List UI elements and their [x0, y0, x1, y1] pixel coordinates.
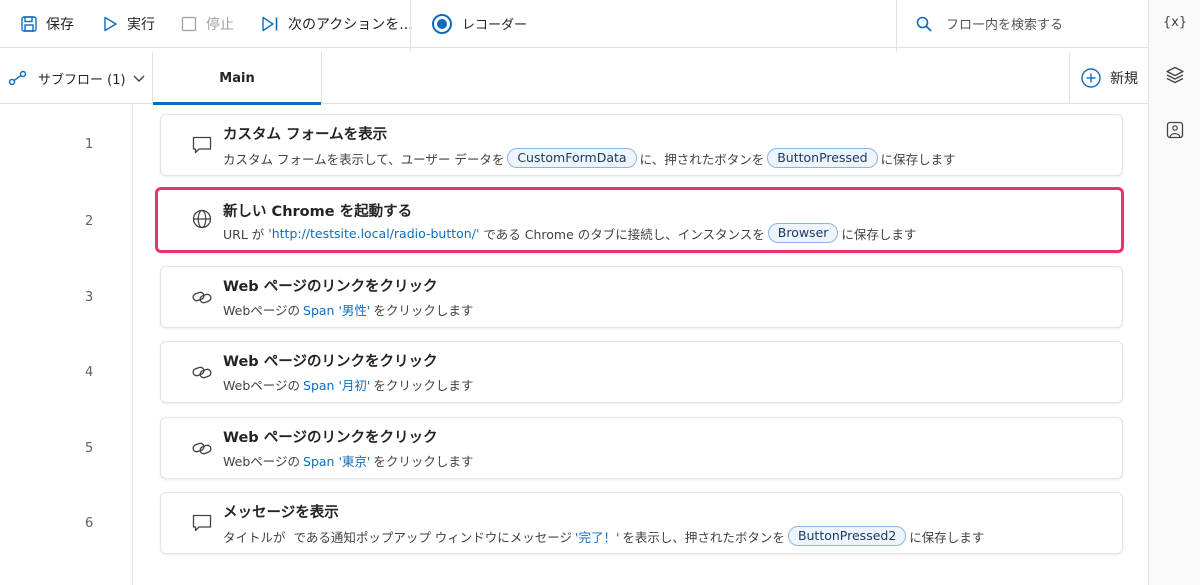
- toolbar-divider: [896, 0, 897, 52]
- stop-label: 停止: [206, 16, 234, 33]
- step-text: をクリックします: [373, 378, 474, 393]
- tab-main[interactable]: Main: [152, 52, 322, 105]
- step-text: をクリックします: [373, 454, 474, 469]
- step-text: をクリックします: [373, 303, 474, 318]
- element-value: Span '東京': [303, 454, 371, 469]
- step-text: である Chrome のタブに接続し、インスタンスを: [483, 226, 765, 242]
- step-text: に保存します: [841, 226, 917, 242]
- tab-main-label: Main: [219, 70, 255, 86]
- step-text: に保存します: [909, 529, 985, 545]
- active-tab-indicator: [153, 102, 321, 105]
- step-text: URL が: [223, 226, 265, 242]
- stop-button[interactable]: 停止: [180, 0, 234, 48]
- toolbar: 保存 実行 停止 次のアクションを... レコーダー フロー内を検索する: [0, 0, 1148, 52]
- step-text: Webページの: [223, 303, 301, 318]
- right-rail: {x}: [1148, 0, 1200, 585]
- step-text: に保存します: [880, 151, 956, 167]
- save-button[interactable]: 保存: [20, 0, 74, 48]
- search-placeholder: フロー内を検索する: [946, 18, 1064, 33]
- line-number: 1: [85, 137, 94, 152]
- record-icon: [432, 13, 452, 34]
- variable-pill[interactable]: ButtonPressed2: [787, 526, 907, 546]
- step-description: URL が 'http://testsite.local/radio-butto…: [223, 223, 916, 243]
- new-label: 新規: [1110, 71, 1138, 87]
- link-icon: [192, 442, 212, 455]
- play-icon: [104, 16, 117, 31]
- element-value: Span '月初': [303, 378, 371, 393]
- image-icon: [1166, 121, 1184, 139]
- step-title: カスタム フォームを表示: [223, 127, 388, 143]
- url-value: 'http://testsite.local/radio-button/': [268, 225, 480, 241]
- variable-pill[interactable]: CustomFormData: [507, 148, 637, 168]
- next-action-label: 次のアクションを...: [288, 16, 413, 33]
- action-step-show-custom-form[interactable]: カスタム フォームを表示 カスタム フォームを表示して、ユーザー データを Cu…: [160, 114, 1123, 176]
- stop-icon: [181, 16, 197, 31]
- run-label: 実行: [127, 16, 155, 33]
- flow-search-input[interactable]: フロー内を検索する: [915, 0, 1063, 48]
- step-text: を表示し、押されたボタンを: [622, 529, 785, 545]
- subflow-icon: [8, 70, 27, 86]
- link-icon: [192, 291, 212, 304]
- globe-icon: [192, 209, 212, 229]
- save-label: 保存: [46, 16, 74, 33]
- step-next-icon: [262, 16, 278, 31]
- step-text: カスタム フォームを表示して、ユーザー データを: [223, 151, 505, 167]
- line-number: 2: [85, 214, 94, 229]
- next-action-button[interactable]: 次のアクションを...: [260, 0, 413, 48]
- variable-pill[interactable]: ButtonPressed: [767, 148, 878, 168]
- recorder-button[interactable]: レコーダー: [432, 0, 527, 48]
- step-text: Webページの: [223, 454, 301, 469]
- subflow-label: サブフロー (1): [38, 72, 126, 88]
- message-value: '完了！': [575, 529, 620, 545]
- line-number: 4: [85, 365, 94, 380]
- toolbar-divider: [410, 0, 411, 52]
- action-step-click-link[interactable]: Web ページのリンクをクリック Webページの Span '月初' をクリック…: [160, 341, 1123, 403]
- step-title: 新しい Chrome を起動する: [223, 204, 413, 220]
- action-step-click-link[interactable]: Web ページのリンクをクリック Webページの Span '男性' をクリック…: [160, 266, 1123, 328]
- step-title: Web ページのリンクをクリック: [223, 354, 438, 370]
- step-description: カスタム フォームを表示して、ユーザー データを CustomFormData …: [223, 148, 956, 168]
- save-icon: [21, 15, 37, 32]
- new-subflow-button[interactable]: 新規: [1069, 52, 1148, 104]
- step-text: Webページの: [223, 378, 301, 393]
- search-icon: [916, 16, 932, 32]
- message-icon: [192, 514, 212, 532]
- message-icon: [192, 136, 212, 154]
- recorder-label: レコーダー: [462, 18, 528, 33]
- variables-button[interactable]: {x}: [1163, 10, 1187, 34]
- action-step-launch-chrome[interactable]: 新しい Chrome を起動する URL が 'http://testsite.…: [155, 187, 1124, 253]
- line-number-gutter: 1 2 3 4 5 6: [0, 104, 133, 585]
- ui-elements-button[interactable]: [1163, 63, 1187, 87]
- step-text: に、押されたボタンを: [639, 151, 765, 167]
- step-title: Web ページのリンクをクリック: [223, 279, 438, 295]
- line-number: 6: [85, 516, 94, 531]
- step-description: タイトルが である通知ポップアップ ウィンドウにメッセージ '完了！' を表示し…: [223, 526, 984, 546]
- step-description: Webページの Span '月初' をクリックします: [223, 375, 473, 394]
- line-number: 5: [85, 441, 94, 456]
- subflow-dropdown[interactable]: サブフロー (1): [8, 52, 146, 104]
- element-value: Span '男性': [303, 303, 371, 318]
- line-number: 3: [85, 290, 94, 305]
- action-step-click-link[interactable]: Web ページのリンクをクリック Webページの Span '東京' をクリック…: [160, 417, 1123, 479]
- run-button[interactable]: 実行: [101, 0, 155, 48]
- add-circle-icon: [1081, 68, 1101, 88]
- step-description: Webページの Span '東京' をクリックします: [223, 451, 473, 470]
- link-icon: [192, 366, 212, 379]
- action-step-show-message[interactable]: メッセージを表示 タイトルが である通知ポップアップ ウィンドウにメッセージ '…: [160, 492, 1123, 554]
- step-description: Webページの Span '男性' をクリックします: [223, 300, 473, 319]
- tab-bar: サブフロー (1) Main 新規: [0, 52, 1148, 105]
- chevron-down-icon: [133, 75, 145, 82]
- step-title: Web ページのリンクをクリック: [223, 430, 438, 446]
- flow-designer: 保存 実行 停止 次のアクションを... レコーダー フロー内を検索する {x}…: [0, 0, 1200, 585]
- step-title: メッセージを表示: [223, 505, 339, 521]
- step-text: タイトルが である通知ポップアップ ウィンドウにメッセージ: [223, 529, 573, 545]
- images-button[interactable]: [1163, 118, 1187, 142]
- variables-icon: {x}: [1162, 14, 1188, 30]
- layers-icon: [1166, 66, 1184, 84]
- variable-pill[interactable]: Browser: [767, 223, 839, 243]
